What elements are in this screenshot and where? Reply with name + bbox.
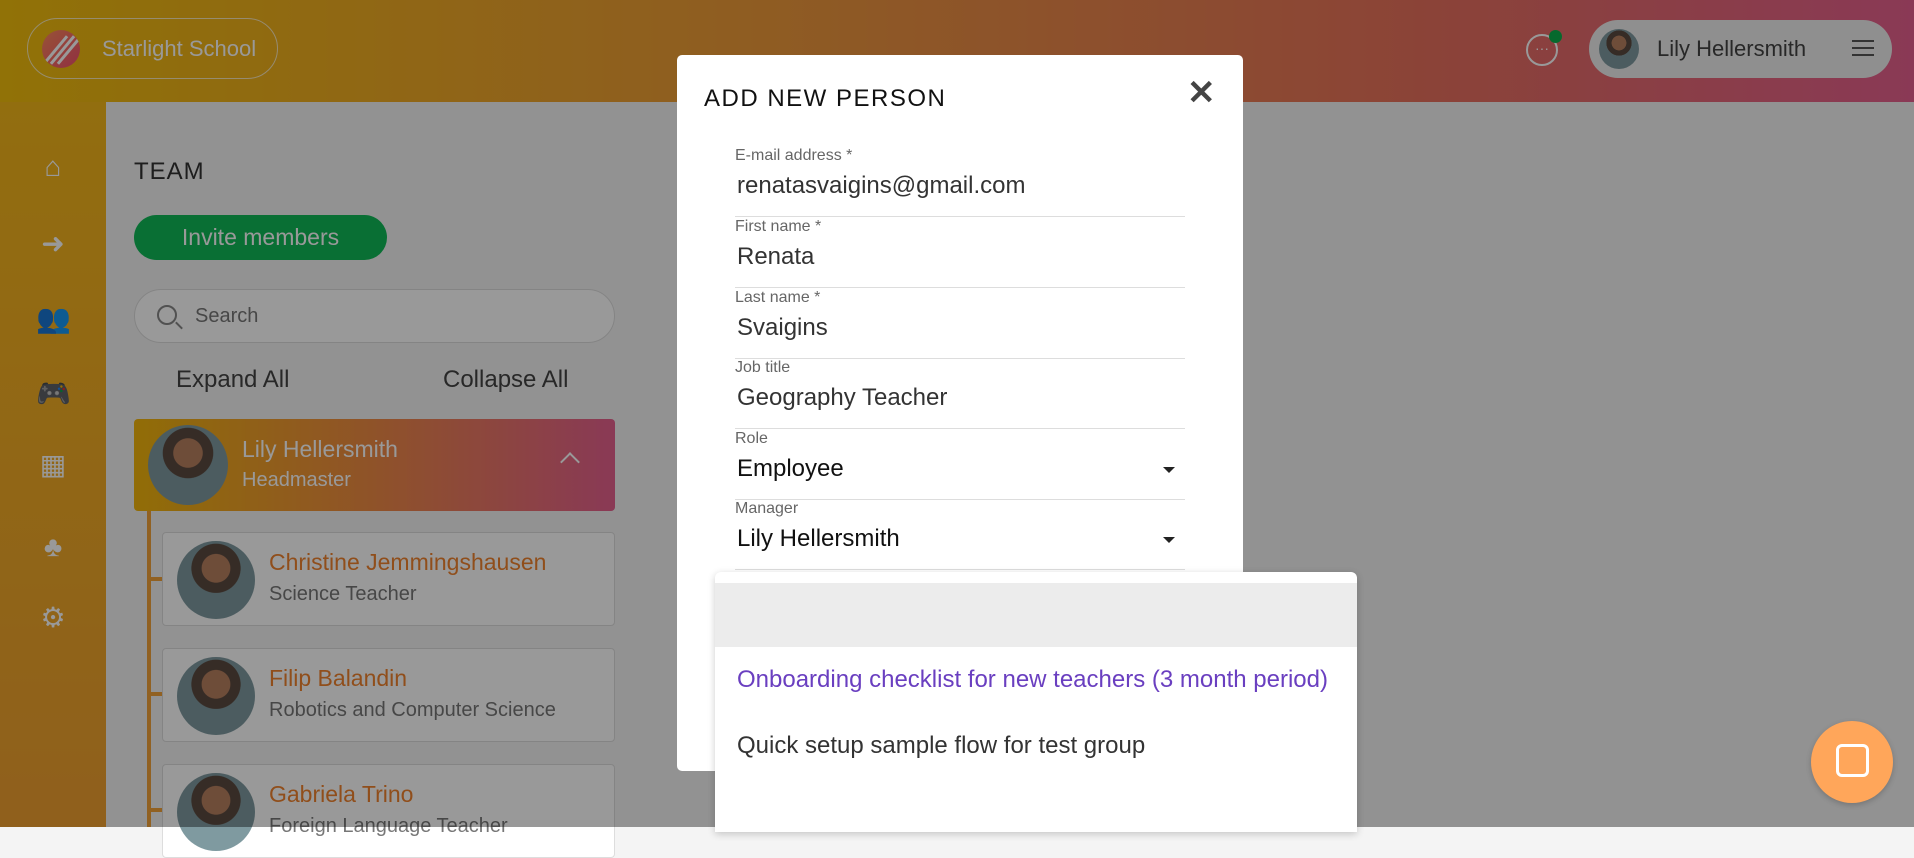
- field-value[interactable]: Lily Hellersmith: [737, 525, 900, 553]
- field-label: First name *: [735, 218, 822, 235]
- first-name-field[interactable]: First name * Renata: [735, 218, 1185, 288]
- field-value[interactable]: Employee: [737, 455, 844, 483]
- modal-title: ADD NEW PERSON: [704, 85, 947, 112]
- field-value[interactable]: Svaigins: [737, 314, 828, 342]
- dropdown-option[interactable]: Quick setup sample flow for test group: [737, 732, 1145, 760]
- field-value[interactable]: Geography Teacher: [737, 384, 947, 412]
- field-value[interactable]: Renata: [737, 243, 814, 271]
- field-label: E-mail address *: [735, 147, 853, 164]
- dropdown-option[interactable]: Onboarding checklist for new teachers (3…: [737, 666, 1328, 694]
- field-label: Last name *: [735, 289, 821, 306]
- field-value[interactable]: renatasvaigins@gmail.com: [737, 172, 1025, 200]
- caret-down-icon[interactable]: [1163, 467, 1175, 473]
- chat-icon: [1836, 744, 1869, 777]
- last-name-field[interactable]: Last name * Svaigins: [735, 289, 1185, 359]
- job-title-field[interactable]: Job title Geography Teacher: [735, 359, 1185, 429]
- flow-dropdown-menu: Onboarding checklist for new teachers (3…: [715, 572, 1357, 832]
- dropdown-option-empty[interactable]: [715, 583, 1357, 647]
- field-label: Job title: [735, 359, 791, 376]
- manager-select[interactable]: Manager Lily Hellersmith: [735, 500, 1185, 570]
- field-label: Manager: [735, 500, 799, 517]
- support-chat-launcher[interactable]: [1811, 721, 1893, 803]
- close-icon[interactable]: ✕: [1187, 73, 1216, 113]
- field-label: Role: [735, 430, 768, 447]
- role-select[interactable]: Role Employee: [735, 430, 1185, 500]
- caret-down-icon[interactable]: [1163, 537, 1175, 543]
- email-field[interactable]: E-mail address * renatasvaigins@gmail.co…: [735, 147, 1185, 217]
